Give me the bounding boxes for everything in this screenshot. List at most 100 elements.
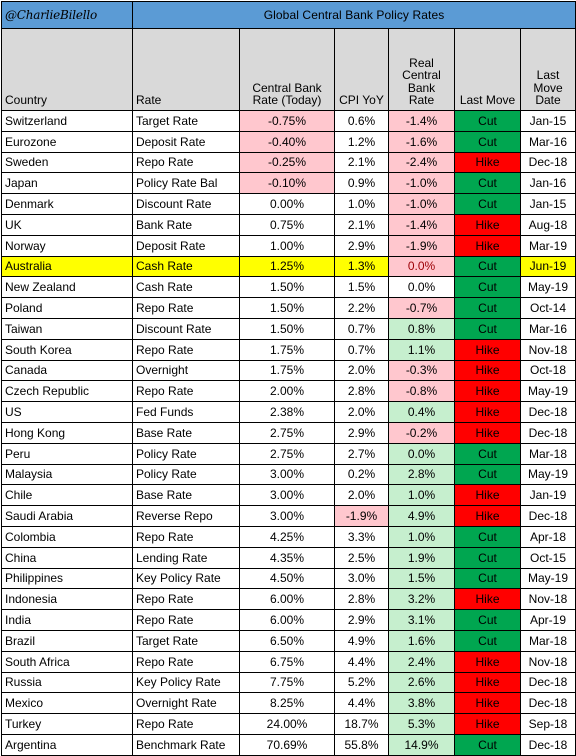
cell-cpi-yoy[interactable]: -1.9% [334,505,389,527]
cell-cpi-yoy[interactable]: 2.0% [334,359,389,382]
cell-last-move-date[interactable]: May-19 [519,463,576,486]
cell-last-move-badge[interactable]: Hike [454,338,521,361]
cell-last-move-date[interactable]: May-19 [519,567,576,590]
cell-last-move-date[interactable]: Dec-18 [519,151,576,174]
cell-cpi-yoy[interactable]: 2.1% [334,151,389,174]
cell-central-bank-rate[interactable]: 1.25% [239,255,335,278]
cell-real-rate[interactable]: -1.6% [388,130,455,153]
table-row[interactable]: China Lending Rate 4.35% 2.5% 1.9% Cut Oct-15 [1,546,576,569]
cell-country[interactable]: India [1,609,133,631]
cell-cpi-yoy[interactable]: 2.9% [334,609,389,631]
cell-real-rate[interactable]: 1.0% [388,484,455,507]
table-row[interactable]: Switzerland Target Rate -0.75% 0.6% -1.4% Cut… [1,110,576,132]
cell-real-rate[interactable]: -1.0% [388,193,455,215]
cell-central-bank-rate[interactable]: 8.25% [239,692,335,715]
cell-real-rate[interactable]: 1.0% [388,525,455,548]
cell-central-bank-rate[interactable]: 6.00% [239,609,335,631]
cell-rate-name[interactable]: Repo Rate [132,650,240,673]
cell-last-move-badge[interactable]: Hike [454,234,521,257]
table-row[interactable]: Denmark Discount Rate 0.00% 1.0% -1.0% Cut Jan… [1,193,576,215]
cell-cpi-yoy[interactable]: 5.2% [334,671,389,694]
table-row[interactable]: Norway Deposit Rate 1.00% 2.9% -1.9% Hike Mar-… [1,234,576,257]
cell-country[interactable]: Philippines [1,567,133,590]
cell-rate-name[interactable]: Repo Rate [132,609,240,631]
cell-rate-name[interactable]: Key Policy Rate [132,567,240,590]
cell-rate-name[interactable]: Benchmark Rate [132,733,240,756]
cell-last-move-badge[interactable]: Cut [454,110,521,132]
cell-rate-name[interactable]: Base Rate [132,484,240,507]
cell-last-move-date[interactable]: Dec-18 [519,505,576,527]
table-row[interactable]: Argentina Benchmark Rate 70.69% 55.8% 14.9% C… [1,733,576,756]
cell-country[interactable]: China [1,546,133,569]
cell-last-move-date[interactable]: Jun-19 [519,255,576,278]
cell-rate-name[interactable]: Base Rate [132,421,240,444]
cell-last-move-badge[interactable]: Hike [454,650,521,673]
cell-last-move-badge[interactable]: Cut [454,609,521,631]
cell-last-move-badge[interactable]: Cut [454,276,521,299]
cell-cpi-yoy[interactable]: 4.4% [334,650,389,673]
cell-last-move-badge[interactable]: Cut [454,317,521,340]
cell-central-bank-rate[interactable]: 70.69% [239,733,335,756]
cell-real-rate[interactable]: -0.8% [388,380,455,403]
cell-last-move-date[interactable]: Jan-15 [519,193,576,215]
cell-central-bank-rate[interactable]: 3.00% [239,505,335,527]
cell-last-move-badge[interactable]: Cut [454,733,521,756]
cell-real-rate[interactable]: 1.6% [388,629,455,652]
cell-real-rate[interactable]: -0.2% [388,421,455,444]
cell-cpi-yoy[interactable]: 4.9% [334,629,389,652]
table-row[interactable]: South Korea Repo Rate 1.75% 0.7% 1.1% Hike Nov… [1,338,576,361]
cell-real-rate[interactable]: 2.8% [388,463,455,486]
table-row[interactable]: US Fed Funds 2.38% 2.0% 0.4% Hike Dec-18 [1,401,576,423]
table-row[interactable]: Philippines Key Policy Rate 4.50% 3.0% 1.5% C… [1,567,576,590]
cell-country[interactable]: Taiwan [1,317,133,340]
cell-rate-name[interactable]: Bank Rate [132,213,240,236]
table-row[interactable]: Colombia Repo Rate 4.25% 3.3% 1.0% Cut Apr-18 [1,525,576,548]
cell-central-bank-rate[interactable]: 1.50% [239,317,335,340]
cell-central-bank-rate[interactable]: 2.00% [239,380,335,403]
cell-real-rate[interactable]: 2.6% [388,671,455,694]
table-row[interactable]: Japan Policy Rate Bal -0.10% 0.9% -1.0% Cut Ja… [1,172,576,195]
cell-last-move-date[interactable]: Mar-18 [519,629,576,652]
cell-last-move-date[interactable]: Mar-16 [519,130,576,153]
cell-central-bank-rate[interactable]: 1.00% [239,234,335,257]
cell-last-move-date[interactable]: Mar-19 [519,234,576,257]
cell-cpi-yoy[interactable]: 4.4% [334,692,389,715]
cell-central-bank-rate[interactable]: 4.50% [239,567,335,590]
cell-central-bank-rate[interactable]: 0.00% [239,193,335,215]
cell-rate-name[interactable]: Overnight Rate [132,692,240,715]
cell-last-move-badge[interactable]: Cut [454,130,521,153]
table-row[interactable]: Taiwan Discount Rate 1.50% 0.7% 0.8% Cut Mar-1… [1,317,576,340]
cell-rate-name[interactable]: Policy Rate Bal [132,172,240,195]
cell-central-bank-rate[interactable]: 24.00% [239,713,335,735]
col-header-real-central-bank-rate[interactable]: Real Central Bank Rate [388,28,455,111]
cell-country[interactable]: Peru [1,442,133,465]
table-row[interactable]: Malaysia Policy Rate 3.00% 0.2% 2.8% Cut May-1… [1,463,576,486]
cell-cpi-yoy[interactable]: 0.9% [334,172,389,195]
cell-real-rate[interactable]: -1.0% [388,172,455,195]
cell-country[interactable]: Argentina [1,733,133,756]
cell-cpi-yoy[interactable]: 1.5% [334,276,389,299]
cell-last-move-date[interactable]: Nov-18 [519,588,576,611]
cell-last-move-date[interactable]: Aug-18 [519,213,576,236]
table-row[interactable]: Russia Key Policy Rate 7.75% 5.2% 2.6% Hike De… [1,671,576,694]
table-row[interactable]: New Zealand Cash Rate 1.50% 1.5% 0.0% Cut May-… [1,276,576,299]
cell-central-bank-rate[interactable]: 0.75% [239,213,335,236]
table-row[interactable]: Australia Cash Rate 1.25% 1.3% 0.0% Cut Jun-19 [1,255,576,278]
cell-last-move-badge[interactable]: Cut [454,525,521,548]
table-row[interactable]: Sweden Repo Rate -0.25% 2.1% -2.4% Hike Dec-18 [1,151,576,174]
table-row[interactable]: India Repo Rate 6.00% 2.9% 3.1% Cut Apr-19 [1,609,576,631]
cell-real-rate[interactable]: -1.4% [388,213,455,236]
cell-last-move-badge[interactable]: Hike [454,380,521,403]
cell-rate-name[interactable]: Repo Rate [132,380,240,403]
cell-country[interactable]: Russia [1,671,133,694]
cell-rate-name[interactable]: Policy Rate [132,442,240,465]
cell-last-move-date[interactable]: May-19 [519,380,576,403]
cell-last-move-date[interactable]: Jan-19 [519,484,576,507]
table-row[interactable]: Peru Policy Rate 2.75% 2.7% 0.0% Cut Mar-18 [1,442,576,465]
cell-country[interactable]: Sweden [1,151,133,174]
cell-cpi-yoy[interactable]: 0.2% [334,463,389,486]
cell-country[interactable]: Eurozone [1,130,133,153]
cell-last-move-badge[interactable]: Hike [454,484,521,507]
table-row[interactable]: Czech Republic Repo Rate 2.00% 2.8% -0.8% Hik… [1,380,576,403]
cell-real-rate[interactable]: 0.0% [388,276,455,299]
